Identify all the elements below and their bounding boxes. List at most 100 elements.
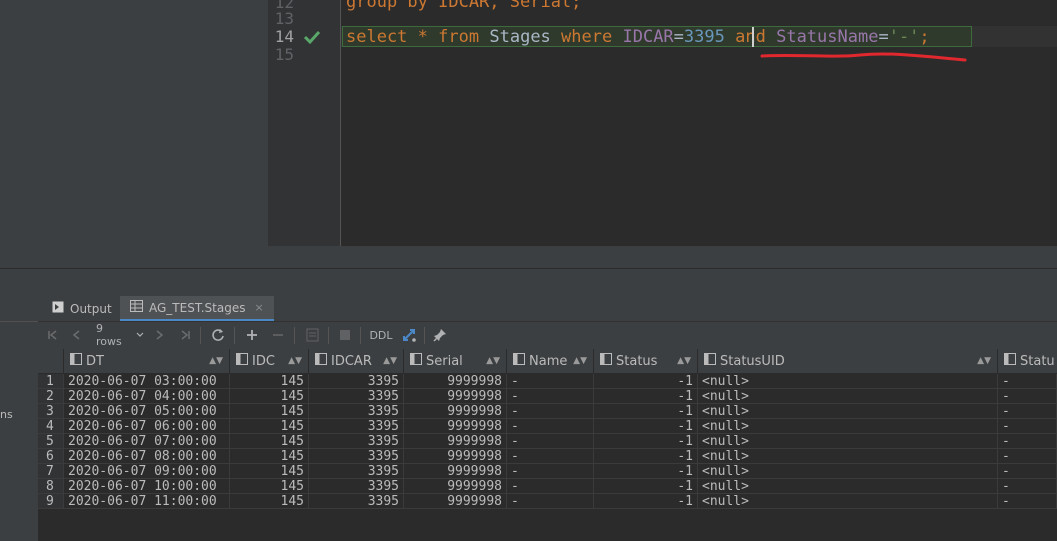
cell-status[interactable]: -1: [594, 374, 698, 389]
sort-icon[interactable]: ▲▼: [977, 356, 991, 366]
cell-dt[interactable]: 2020-06-07 11:00:00: [64, 494, 230, 509]
cell-name[interactable]: -: [507, 419, 594, 434]
row-number[interactable]: 6: [38, 449, 64, 464]
close-icon[interactable]: ×: [254, 301, 263, 314]
cell-name[interactable]: -: [507, 404, 594, 419]
cell-status[interactable]: -1: [594, 404, 698, 419]
column-header-idcar[interactable]: IDCAR ▲▼: [309, 349, 404, 373]
sort-icon[interactable]: ▲▼: [288, 356, 302, 366]
cell-idcar[interactable]: 3395: [309, 479, 404, 494]
cell-serial[interactable]: 9999998: [404, 494, 507, 509]
cell-name[interactable]: -: [507, 464, 594, 479]
cell-statusuid[interactable]: <null>: [698, 389, 998, 404]
cell-idcar[interactable]: 3395: [309, 404, 404, 419]
sort-icon[interactable]: ▲▼: [383, 356, 397, 366]
cell-statusname[interactable]: -: [998, 494, 1057, 509]
layout-toggle-icon[interactable]: [400, 326, 418, 344]
cell-idcar[interactable]: 3395: [309, 464, 404, 479]
cell-name[interactable]: -: [507, 434, 594, 449]
cell-idc[interactable]: 145: [230, 389, 309, 404]
add-row-icon[interactable]: [244, 326, 260, 344]
cell-name[interactable]: -: [507, 449, 594, 464]
cell-statusuid[interactable]: <null>: [698, 434, 998, 449]
cell-dt[interactable]: 2020-06-07 07:00:00: [64, 434, 230, 449]
next-page-icon[interactable]: [152, 326, 166, 344]
cell-statusuid[interactable]: <null>: [698, 419, 998, 434]
ddl-button[interactable]: DDL: [368, 326, 394, 344]
cell-idc[interactable]: 145: [230, 464, 309, 479]
row-number[interactable]: 4: [38, 419, 64, 434]
table-row[interactable]: 4 2020-06-07 06:00:00 145 3395 9999998- -1 <nu…: [38, 419, 1057, 434]
tab-ag-test-stages[interactable]: AG_TEST.Stages ×: [120, 296, 274, 321]
cell-statusname[interactable]: -: [998, 434, 1057, 449]
row-number[interactable]: 9: [38, 494, 64, 509]
table-row[interactable]: 3 2020-06-07 05:00:00 145 3395 9999998- -1 <nu…: [38, 404, 1057, 419]
cell-dt[interactable]: 2020-06-07 05:00:00: [64, 404, 230, 419]
cell-status[interactable]: -1: [594, 419, 698, 434]
cell-idc[interactable]: 145: [230, 479, 309, 494]
table-row[interactable]: 5 2020-06-07 07:00:00 145 3395 9999998- -1 <nu…: [38, 434, 1057, 449]
sort-icon[interactable]: ▲▼: [677, 356, 691, 366]
table-row[interactable]: 1 2020-06-07 03:00:00 145 3395 9999998- -1 <nu…: [38, 374, 1057, 389]
cell-dt[interactable]: 2020-06-07 09:00:00: [64, 464, 230, 479]
cell-idcar[interactable]: 3395: [309, 449, 404, 464]
panel-divider[interactable]: [0, 268, 1057, 297]
cell-name[interactable]: -: [507, 494, 594, 509]
code-line-14[interactable]: select * from Stages where IDCAR=3395 an…: [346, 27, 930, 47]
cell-serial[interactable]: 9999998: [404, 389, 507, 404]
cell-dt[interactable]: 2020-06-07 06:00:00: [64, 419, 230, 434]
column-header-statusuid[interactable]: StatusUID ▲▼: [698, 349, 998, 373]
cell-idc[interactable]: 145: [230, 434, 309, 449]
column-header-statusname[interactable]: Statu: [998, 349, 1057, 373]
cell-status[interactable]: -1: [594, 464, 698, 479]
row-number[interactable]: 8: [38, 479, 64, 494]
cell-serial[interactable]: 9999998: [404, 419, 507, 434]
cell-serial[interactable]: 9999998: [404, 434, 507, 449]
cell-idc[interactable]: 145: [230, 404, 309, 419]
table-row[interactable]: 6 2020-06-07 08:00:00 145 3395 9999998- -1 <nu…: [38, 449, 1057, 464]
cell-dt[interactable]: 2020-06-07 04:00:00: [64, 389, 230, 404]
cell-statusname[interactable]: -: [998, 449, 1057, 464]
cell-statusuid[interactable]: <null>: [698, 404, 998, 419]
cell-serial[interactable]: 9999998: [404, 449, 507, 464]
row-number[interactable]: 7: [38, 464, 64, 479]
table-row[interactable]: 7 2020-06-07 09:00:00 145 3395 9999998- -1 <nu…: [38, 464, 1057, 479]
cell-status[interactable]: -1: [594, 479, 698, 494]
cell-status[interactable]: -1: [594, 494, 698, 509]
cell-status[interactable]: -1: [594, 449, 698, 464]
cell-idcar[interactable]: 3395: [309, 419, 404, 434]
row-number[interactable]: 1: [38, 374, 64, 389]
cell-statusuid[interactable]: <null>: [698, 479, 998, 494]
cell-dt[interactable]: 2020-06-07 10:00:00: [64, 479, 230, 494]
cell-idc[interactable]: 145: [230, 374, 309, 389]
cell-statusuid[interactable]: <null>: [698, 449, 998, 464]
cell-idcar[interactable]: 3395: [309, 374, 404, 389]
cell-dt[interactable]: 2020-06-07 08:00:00: [64, 449, 230, 464]
cell-statusname[interactable]: -: [998, 479, 1057, 494]
cell-idc[interactable]: 145: [230, 494, 309, 509]
column-header-dt[interactable]: DT ▲▼: [64, 349, 230, 373]
cell-serial[interactable]: 9999998: [404, 374, 507, 389]
cell-name[interactable]: -: [507, 479, 594, 494]
sort-icon[interactable]: ▲▼: [209, 356, 223, 366]
sort-icon[interactable]: ▲▼: [486, 356, 500, 366]
cell-status[interactable]: -1: [594, 389, 698, 404]
row-number[interactable]: 5: [38, 434, 64, 449]
cell-serial[interactable]: 9999998: [404, 479, 507, 494]
cell-serial[interactable]: 9999998: [404, 464, 507, 479]
rows-count-dropdown[interactable]: 9 rows: [96, 322, 144, 348]
cell-serial[interactable]: 9999998: [404, 404, 507, 419]
cell-statusuid[interactable]: <null>: [698, 494, 998, 509]
cell-idcar[interactable]: 3395: [309, 494, 404, 509]
submit-db-icon[interactable]: [304, 326, 320, 344]
table-row[interactable]: 2 2020-06-07 04:00:00 145 3395 9999998- -1 <nu…: [38, 389, 1057, 404]
cell-idcar[interactable]: 3395: [309, 389, 404, 404]
cell-idc[interactable]: 145: [230, 419, 309, 434]
column-header-idc[interactable]: IDC ▲▼: [230, 349, 309, 373]
cell-statusname[interactable]: -: [998, 404, 1057, 419]
last-page-icon[interactable]: [178, 326, 192, 344]
cell-statusname[interactable]: -: [998, 464, 1057, 479]
cell-status[interactable]: -1: [594, 434, 698, 449]
sort-icon[interactable]: ▲▼: [573, 356, 587, 366]
cell-idcar[interactable]: 3395: [309, 434, 404, 449]
